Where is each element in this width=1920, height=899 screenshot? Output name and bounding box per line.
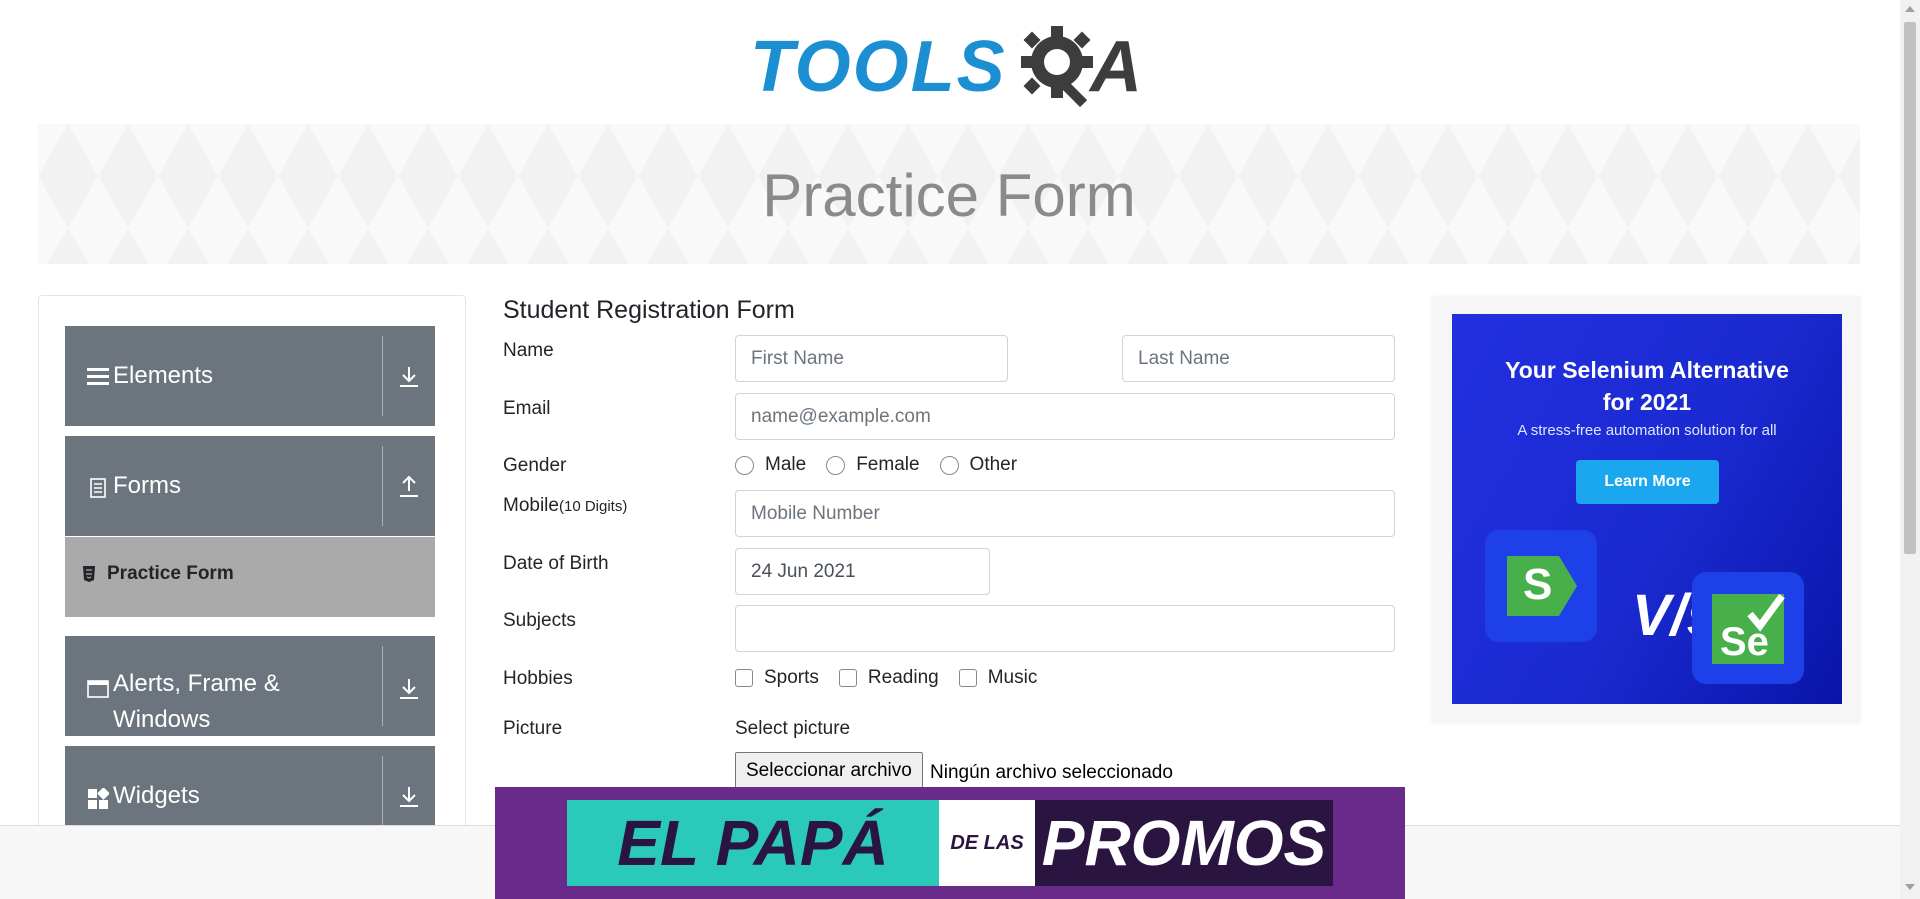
checkbox-sports[interactable] <box>735 669 753 687</box>
hobby-options: Sports Reading Music <box>735 667 1057 689</box>
group-divider <box>382 336 383 416</box>
sidebar-group-label: Widgets <box>113 782 200 809</box>
promo-text-1: EL PAPÁ <box>617 807 889 879</box>
group-divider <box>382 756 383 836</box>
gender-other-option[interactable]: Other <box>939 454 1018 476</box>
vertical-scrollbar[interactable] <box>1900 0 1920 899</box>
radio-label: Female <box>856 454 920 475</box>
download-arrow-icon <box>400 679 418 699</box>
katalon-letter: S <box>1523 560 1553 609</box>
sidebar-item-practice-form[interactable]: Practice Form <box>65 537 435 617</box>
scroll-down-arrow-icon[interactable] <box>1905 884 1915 890</box>
form-title: Student Registration Form <box>503 296 795 324</box>
sidebar-group-forms[interactable]: Forms <box>65 436 435 536</box>
name-label: Name <box>503 340 554 361</box>
window-icon <box>87 680 109 698</box>
last-name-input[interactable] <box>1122 335 1395 382</box>
promo-content: EL PAPÁ DE LAS PROMOS <box>567 800 1333 886</box>
hobby-reading-option[interactable]: Reading <box>838 667 939 689</box>
upload-arrow-icon <box>400 475 418 497</box>
ad-title-line1: Your Selenium Alternative <box>1505 357 1789 383</box>
select-picture-label: Select picture <box>735 718 851 739</box>
checkbox-reading[interactable] <box>838 669 857 687</box>
subjects-input[interactable] <box>735 605 1395 652</box>
gender-male-option[interactable]: Male <box>735 454 806 476</box>
sidebar-item-label: Practice Form <box>107 563 234 584</box>
radio-label: Male <box>765 454 807 475</box>
promo-text-2: DE LAS <box>950 831 1024 854</box>
gear-icon <box>1021 26 1093 108</box>
widgets-icon <box>88 788 109 809</box>
gender-label: Gender <box>503 455 567 476</box>
choose-file-button[interactable]: Seleccionar archivo <box>735 752 923 790</box>
promo-part-2: DE LAS <box>939 800 1035 886</box>
checkbox-label: Music <box>987 667 1038 688</box>
sidebar-group-label: Elements <box>113 362 214 389</box>
gender-female-option[interactable]: Female <box>826 454 920 476</box>
checkbox-label: Sports <box>764 667 819 688</box>
checkbox-label: Reading <box>867 667 939 688</box>
page: TOOLS A Practice Form Elements Forms Pra… <box>0 0 1920 899</box>
hobbies-label: Hobbies <box>503 668 573 689</box>
subjects-label: Subjects <box>503 610 576 631</box>
mobile-input[interactable] <box>735 490 1395 537</box>
toolsqa-logo[interactable]: TOOLS A <box>750 18 1155 114</box>
sidebar-group-alerts[interactable]: Alerts, Frame & Windows <box>65 636 435 736</box>
promo-text-3: PROMOS <box>1041 807 1327 879</box>
radio-label: Other <box>969 454 1018 475</box>
learn-more-button[interactable]: Learn More <box>1576 460 1719 504</box>
email-label: Email <box>503 398 551 419</box>
selenium-alternative-ad[interactable]: Your Selenium Alternative for 2021 A str… <box>1452 314 1842 704</box>
sidebar-group-label: Forms <box>113 472 181 499</box>
group-divider <box>382 446 383 526</box>
mobile-label-text: Mobile <box>503 495 559 516</box>
html5-icon <box>83 566 95 582</box>
hobby-music-option[interactable]: Music <box>958 667 1038 689</box>
selenium-logo: Se <box>1692 572 1804 684</box>
email-input[interactable] <box>735 393 1395 440</box>
katalon-logo: S <box>1485 530 1597 642</box>
promo-banner[interactable]: EL PAPÁ DE LAS PROMOS <box>495 787 1405 899</box>
ad-subtitle: A stress-free automation solution for al… <box>1517 422 1777 439</box>
sidebar-group-label: Alerts, Frame & <box>113 670 280 697</box>
promo-part-3: PROMOS <box>1035 800 1333 886</box>
file-status-text: Ningún archivo seleccionado <box>930 762 1173 783</box>
date-of-birth-input[interactable] <box>735 548 990 595</box>
promo-part-1: EL PAPÁ <box>567 800 939 886</box>
download-arrow-icon <box>400 367 418 387</box>
scroll-up-arrow-icon[interactable] <box>1905 6 1915 12</box>
first-name-input[interactable] <box>735 335 1008 382</box>
page-banner: Practice Form <box>38 124 1860 264</box>
checkbox-music[interactable] <box>958 669 977 687</box>
scrollbar-thumb[interactable] <box>1904 22 1916 554</box>
document-icon <box>90 478 106 498</box>
radio-other[interactable] <box>939 455 959 475</box>
dob-label: Date of Birth <box>503 553 609 574</box>
radio-male[interactable] <box>735 455 754 475</box>
sidebar-group-label-line2: Windows <box>113 706 211 733</box>
ad-title-line2: for 2021 <box>1602 389 1692 415</box>
sidebar-group-elements[interactable]: Elements <box>65 326 435 426</box>
sidebar: Elements Forms Practice Form Alerts, Fra… <box>38 295 466 899</box>
mobile-label: Mobile(10 Digits) <box>503 495 627 517</box>
radio-female[interactable] <box>826 455 846 475</box>
ad-title: Your Selenium Alternative for 2021 <box>1452 354 1842 418</box>
mobile-hint: (10 Digits) <box>558 498 628 515</box>
page-title: Practice Form <box>762 162 1136 229</box>
group-divider <box>382 646 383 726</box>
gender-options: Male Female Other <box>735 454 1037 476</box>
hamburger-icon <box>87 368 109 385</box>
download-arrow-icon <box>400 787 418 807</box>
picture-label: Picture <box>503 718 563 739</box>
selenium-letters: Se <box>1720 620 1769 664</box>
logo-text-a: A <box>1090 27 1142 107</box>
logo-text-tools: TOOLS <box>750 27 1007 107</box>
hobby-sports-option[interactable]: Sports <box>735 667 819 689</box>
